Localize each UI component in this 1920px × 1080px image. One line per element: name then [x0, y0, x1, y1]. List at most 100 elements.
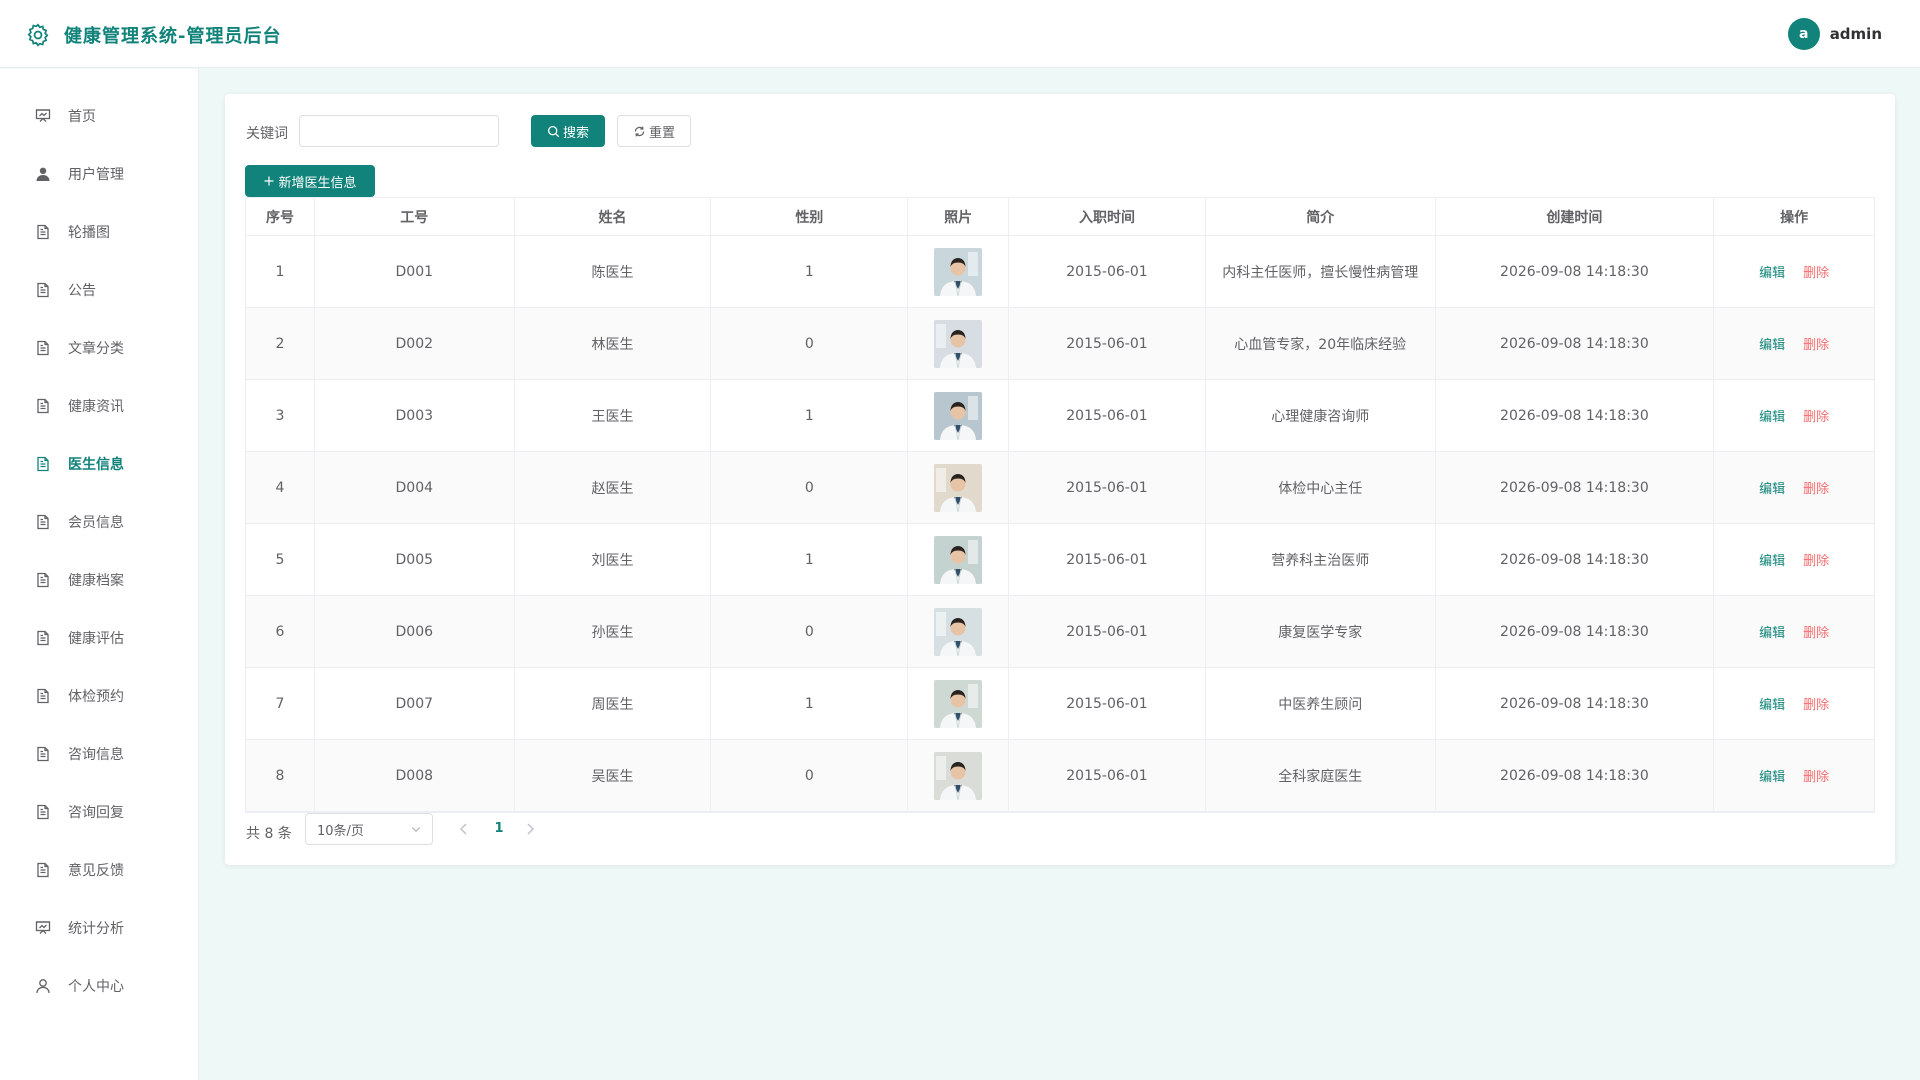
search-button[interactable]: 搜索	[531, 115, 605, 147]
add-doctor-button-label: 新增医生信息	[278, 175, 357, 191]
app-title: 健康管理系统-管理员后台	[64, 26, 282, 47]
cell-index: 6	[246, 596, 315, 667]
delete-button[interactable]: 删除	[1803, 406, 1829, 425]
sidebar-item-0[interactable]: 首页	[0, 96, 199, 136]
doctor-photo[interactable]	[934, 463, 983, 512]
doctor-photo[interactable]	[934, 535, 983, 584]
delete-button[interactable]: 删除	[1803, 766, 1829, 785]
avatar[interactable]: a	[1787, 18, 1820, 50]
pagination-total: 共 8 条	[246, 826, 292, 842]
cell-hire-date: 2015-06-01	[1009, 524, 1206, 595]
cell-name: 刘医生	[515, 524, 712, 595]
sidebar-item-12[interactable]: 咨询回复	[0, 792, 199, 832]
cell-hire-date: 2015-06-01	[1009, 452, 1206, 523]
reset-button[interactable]: 重置	[617, 115, 691, 147]
edit-button[interactable]: 编辑	[1759, 478, 1785, 497]
chevron-left-icon[interactable]	[456, 821, 472, 837]
cell-photo	[908, 740, 1010, 811]
delete-button[interactable]: 删除	[1803, 334, 1829, 353]
delete-button[interactable]: 删除	[1803, 694, 1829, 713]
cell-gender: 0	[711, 452, 909, 523]
add-doctor-button[interactable]: 新增医生信息	[245, 165, 375, 197]
table-row[interactable]: 4 D004 赵医生 0 2015-06-01 体检中心主任 2026-09-08 14:1…	[246, 452, 1874, 524]
edit-button[interactable]: 编辑	[1759, 694, 1785, 713]
sidebar-item-6[interactable]: 医生信息	[0, 444, 199, 484]
doctor-photo[interactable]	[934, 751, 983, 800]
cell-gender: 1	[711, 668, 909, 739]
delete-button[interactable]: 删除	[1803, 550, 1829, 569]
edit-button[interactable]: 编辑	[1759, 406, 1785, 425]
cell-actions: 编辑 删除	[1714, 308, 1874, 379]
cell-name: 周医生	[515, 668, 712, 739]
username[interactable]: admin	[1830, 25, 1882, 43]
sidebar-item-1[interactable]: 用户管理	[0, 154, 199, 194]
cell-index: 1	[246, 236, 315, 307]
sidebar-item-7[interactable]: 会员信息	[0, 502, 199, 542]
doctor-photo[interactable]	[934, 391, 983, 440]
cell-gender: 1	[711, 236, 909, 307]
delete-button[interactable]: 删除	[1803, 622, 1829, 641]
table-row[interactable]: 8 D008 吴医生 0 2015-06-01 全科家庭医生 2026-09-08 14:1…	[246, 740, 1874, 812]
cell-gender: 1	[711, 380, 909, 451]
sidebar-item-11[interactable]: 咨询信息	[0, 734, 199, 774]
cell-intro: 中医养生顾问	[1206, 668, 1436, 739]
sidebar-item-10[interactable]: 体检预约	[0, 676, 199, 716]
sidebar-item-3[interactable]: 公告	[0, 270, 199, 310]
cell-code: D008	[315, 740, 515, 811]
doctor-photo[interactable]	[934, 607, 983, 656]
column-header: 序号	[246, 198, 315, 235]
column-header: 操作	[1780, 209, 1809, 226]
edit-button[interactable]: 编辑	[1759, 262, 1785, 281]
cell-created: 2026-09-08 14:18:30	[1436, 668, 1715, 739]
table-row[interactable]: 5 D005 刘医生 1 2015-06-01 营养科主治医师 2026-09-08 14:…	[246, 524, 1874, 596]
cell-hire-date: 2015-06-01	[1009, 668, 1206, 739]
edit-button[interactable]: 编辑	[1759, 766, 1785, 785]
page-size-select[interactable]: 10条/页	[305, 813, 433, 845]
sidebar-item-2[interactable]: 轮播图	[0, 212, 199, 252]
document-icon	[34, 455, 52, 473]
cell-name: 王医生	[515, 380, 712, 451]
table-row[interactable]: 3 D003 王医生 1 2015-06-01 心理健康咨询师 2026-09-08 14:…	[246, 380, 1874, 452]
delete-button[interactable]: 删除	[1803, 262, 1829, 281]
cell-photo	[908, 236, 1010, 307]
table-row[interactable]: 6 D006 孙医生 0 2015-06-01 康复医学专家 2026-09-08 14:1…	[246, 596, 1874, 668]
table-row[interactable]: 1 D001 陈医生 1 2015-06-01 内科主任医师，擅长慢性病管理 2026-09…	[246, 236, 1874, 308]
sidebar-item-label: 个人中心	[68, 979, 124, 995]
sidebar: 首页用户管理轮播图公告文章分类健康资讯医生信息会员信息健康档案健康评估体检预约咨…	[0, 69, 199, 1080]
table-row[interactable]: 2 D002 林医生 0 2015-06-01 心血管专家，20年临床经验 2026-09-…	[246, 308, 1874, 380]
sidebar-item-label: 健康评估	[68, 631, 124, 647]
refresh-icon	[633, 125, 646, 138]
sidebar-item-label: 咨询回复	[68, 805, 124, 821]
chevron-right-icon[interactable]	[522, 821, 538, 837]
doctor-photo[interactable]	[934, 247, 983, 296]
cell-created: 2026-09-08 14:18:30	[1436, 596, 1715, 667]
cell-created: 2026-09-08 14:18:30	[1436, 380, 1715, 451]
edit-button[interactable]: 编辑	[1759, 622, 1785, 641]
sidebar-item-8[interactable]: 健康档案	[0, 560, 199, 600]
edit-button[interactable]: 编辑	[1759, 550, 1785, 569]
cell-photo	[908, 380, 1010, 451]
column-header: 简介	[1206, 198, 1436, 235]
chevron-down-icon	[411, 827, 421, 833]
sidebar-item-15[interactable]: 个人中心	[0, 966, 199, 1006]
presentation-icon	[34, 107, 52, 125]
page-number[interactable]: 1	[489, 821, 509, 836]
sidebar-item-9[interactable]: 健康评估	[0, 618, 199, 658]
doctor-photo[interactable]	[934, 679, 983, 728]
sidebar-item-label: 健康档案	[68, 573, 124, 589]
sidebar-item-5[interactable]: 健康资讯	[0, 386, 199, 426]
doctor-photo[interactable]	[934, 319, 983, 368]
delete-button[interactable]: 删除	[1803, 478, 1829, 497]
cell-intro: 全科家庭医生	[1206, 740, 1436, 811]
sidebar-item-13[interactable]: 意见反馈	[0, 850, 199, 890]
sidebar-item-14[interactable]: 统计分析	[0, 908, 199, 948]
column-header: 工号	[315, 198, 515, 235]
edit-button[interactable]: 编辑	[1759, 334, 1785, 353]
keyword-input[interactable]	[299, 115, 499, 147]
cell-hire-date: 2015-06-01	[1009, 236, 1206, 307]
sidebar-item-4[interactable]: 文章分类	[0, 328, 199, 368]
table-row[interactable]: 7 D007 周医生 1 2015-06-01 中医养生顾问 2026-09-08 14:1…	[246, 668, 1874, 740]
user-menu[interactable]: a admin	[1787, 18, 1882, 50]
doctor-info-panel: 关键词 搜索 重置 新增医生信息 序号 工号 姓名 性别 照片 入职时间 简介 创建时间 操作 …	[225, 94, 1895, 865]
cell-actions: 编辑 删除	[1714, 524, 1874, 595]
